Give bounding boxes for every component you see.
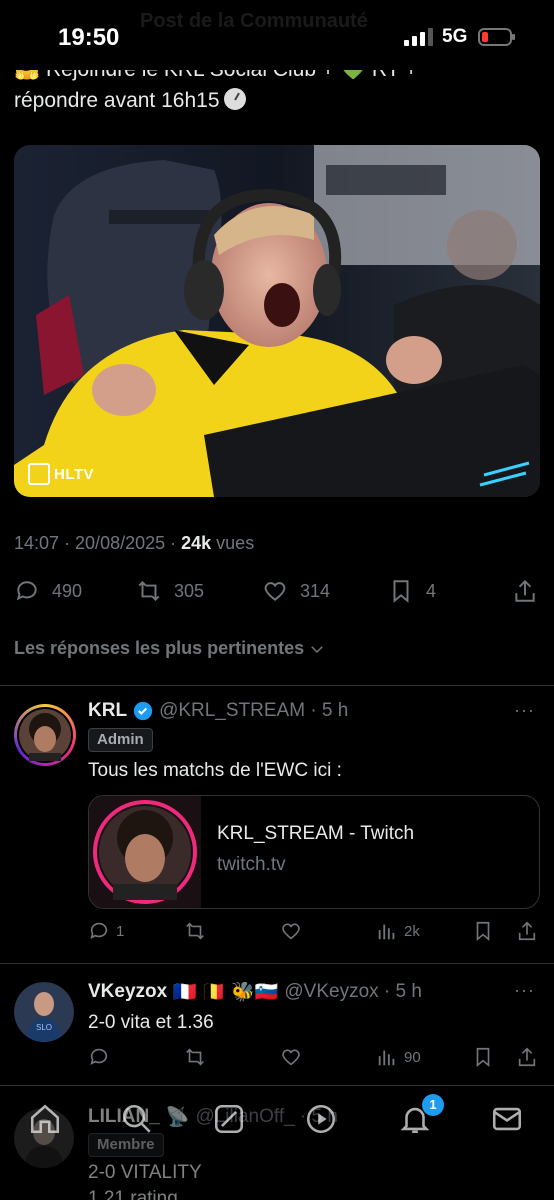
grok-icon[interactable]: [212, 1102, 246, 1136]
like-button[interactable]: [280, 1046, 302, 1068]
reply-icon: [90, 922, 108, 939]
retweet-button[interactable]: 305: [136, 578, 204, 604]
reply-text-line2: 1.21 rating: [88, 1188, 178, 1200]
hltv-logo-icon: [28, 463, 50, 485]
reply-header: VKeyzox 🇫🇷 🇧🇪 🐝🇸🇮 @VKeyzox · 5 h: [88, 980, 422, 1004]
home-icon[interactable]: [28, 1102, 62, 1136]
cell-signal-icon: [404, 28, 433, 46]
reply-text: 2-0 VITALITY: [88, 1162, 202, 1183]
reply-icon: [16, 581, 37, 601]
verified-badge-icon: [133, 701, 153, 721]
retweet-icon: [186, 1048, 204, 1066]
divider: [0, 685, 554, 686]
tweet-text-line2: répondre avant 16h15: [14, 89, 220, 112]
header-title-behind: Post de la Communauté: [140, 10, 368, 32]
analytics-icon: [378, 1050, 395, 1066]
tweet-timestamp: 14:07 · 20/08/2025 ·: [14, 533, 182, 553]
divider: [0, 963, 554, 964]
retweet-count: 305: [174, 580, 205, 601]
link-card-url: twitch.tv: [217, 854, 286, 875]
share-button[interactable]: [516, 920, 538, 942]
like-count: 314: [300, 580, 331, 601]
spaces-play-icon[interactable]: [304, 1102, 338, 1136]
analytics-icon: [378, 924, 395, 940]
retweet-icon: [138, 580, 160, 602]
reply-icon: [90, 1048, 108, 1065]
avatar[interactable]: SLO: [14, 982, 74, 1042]
share-icon: [515, 579, 535, 602]
retweet-button[interactable]: [184, 920, 206, 942]
status-bar: Post de la Communauté 19:50 5G: [0, 0, 554, 70]
author-flags: 🇫🇷 🇧🇪 🐝🇸🇮: [173, 982, 279, 1003]
author-handle[interactable]: @KRL_STREAM · 5 h: [159, 700, 348, 722]
share-icon: [518, 1047, 536, 1067]
reply-count: 490: [52, 580, 83, 601]
views-count: 2k: [404, 922, 420, 940]
retweet-icon: [186, 922, 204, 940]
share-button[interactable]: [512, 578, 538, 604]
battery-icon: [478, 28, 515, 46]
link-card-thumbnail: [89, 796, 201, 908]
hltv-label: HLTV: [54, 465, 95, 483]
player-photo: [14, 145, 540, 497]
bookmark-count: 4: [426, 580, 437, 601]
reply-count: 1: [116, 922, 125, 940]
bottom-tab-bar: [0, 1088, 554, 1152]
status-time: 19:50: [58, 24, 120, 51]
views-count: 90: [404, 1048, 421, 1066]
avatar-photo: SLO: [14, 982, 74, 1042]
admin-badge: Admin: [88, 728, 153, 752]
sort-label: Les réponses les plus pertinentes: [14, 638, 305, 658]
reply-button[interactable]: 490: [14, 578, 82, 604]
tweet-meta: 14:07 · 20/08/2025 · 24k vues: [14, 533, 254, 554]
reply-text: 2-0 vita et 1.36: [88, 1012, 214, 1033]
author-name[interactable]: KRL: [88, 700, 127, 722]
author-name[interactable]: VKeyzox: [88, 981, 167, 1003]
network-type: 5G: [442, 26, 468, 47]
reply-text: Tous les matchs de l'EWC ici :: [88, 760, 342, 781]
bookmark-button[interactable]: 4: [388, 578, 436, 604]
avatar-photo: [19, 709, 71, 763]
author-handle[interactable]: @VKeyzox · 5 h: [284, 981, 422, 1003]
reply-button[interactable]: 1: [88, 920, 124, 942]
retweet-button[interactable]: [184, 1046, 206, 1068]
divider: [0, 1085, 554, 1086]
share-button[interactable]: [516, 1046, 538, 1068]
reply-header: KRL @KRL_STREAM · 5 h: [88, 700, 348, 722]
avatar[interactable]: [14, 704, 76, 766]
reply-button[interactable]: [88, 1046, 110, 1068]
hltv-watermark: HLTV: [28, 463, 94, 485]
bookmark-icon: [393, 580, 409, 603]
more-options-icon[interactable]: ···: [514, 980, 535, 1001]
more-options-icon[interactable]: ···: [514, 700, 535, 721]
heart-icon: [282, 1049, 300, 1066]
bookmark-icon: [476, 921, 490, 942]
views-button[interactable]: 2k: [376, 920, 420, 942]
tweet-action-bar: 490 305 314 4: [14, 578, 542, 608]
search-icon[interactable]: [120, 1102, 154, 1136]
like-button[interactable]: [280, 920, 302, 942]
like-button[interactable]: 314: [262, 578, 330, 604]
views-button[interactable]: 90: [376, 1046, 421, 1068]
heart-icon: [282, 923, 300, 940]
link-card[interactable]: KRL_STREAM - Twitch twitch.tv: [88, 795, 540, 909]
reply-action-bar: 90: [88, 1046, 540, 1072]
heart-icon: [264, 582, 286, 601]
svg-text:SLO: SLO: [36, 1023, 52, 1032]
link-card-title: KRL_STREAM - Twitch: [217, 823, 415, 844]
share-icon: [518, 921, 536, 941]
views-count: 24k: [181, 533, 212, 553]
messages-envelope-icon[interactable]: [490, 1102, 524, 1136]
tweet-media-photo[interactable]: HLTV: [14, 145, 540, 497]
views-label: vues: [211, 533, 255, 553]
clock-emoji-icon: [223, 88, 246, 110]
bookmark-button[interactable]: [472, 1046, 494, 1068]
chevron-down-icon: [311, 645, 323, 653]
bookmark-icon: [476, 1047, 490, 1068]
reply-action-bar: 1 2k: [88, 920, 540, 946]
bookmark-button[interactable]: [472, 920, 494, 942]
notifications-count-badge: 1: [422, 1094, 444, 1116]
replies-sort-dropdown[interactable]: Les réponses les plus pertinentes: [14, 638, 326, 659]
